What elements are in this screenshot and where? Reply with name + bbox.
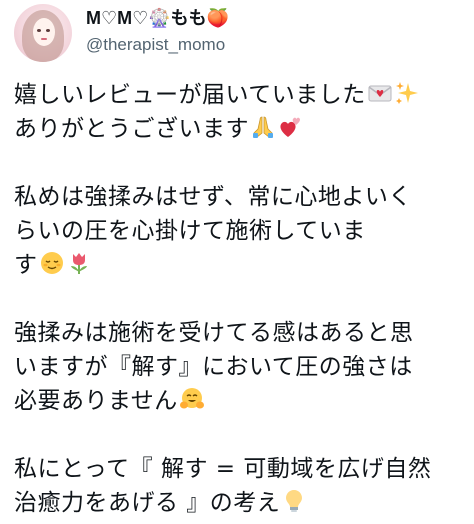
display-name[interactable]: M♡M♡🎡もも🍑 [86,6,229,30]
envelope-heart-icon [367,80,393,106]
tweet-line: 私めは強揉みはせず、常に心地よいく [14,184,412,210]
tweet-text: 嬉しいレビューが届いていました ありがとうございます 私めは強揉みはせず、常に心… [14,78,464,520]
folded-hands-icon [250,114,276,140]
hugging-face-icon [179,386,205,412]
tweet-line: 強揉みは施術を受けてる感はあると思 [14,320,414,346]
tweet-line: いますが『解す』において圧の強さは [14,354,413,380]
two-hearts-icon [277,114,303,140]
relieved-face-icon [39,250,65,276]
tweet-line: 私にとって『 解す = 可動域を広げ自然 [14,456,432,482]
tweet-line: 治癒力をあげる 』の考え [14,486,464,520]
tulip-icon [66,250,92,276]
tweet-line: らいの圧を心掛けて施術していま [14,218,366,244]
tweet-line: 必要ありません [14,384,464,418]
user-handle[interactable]: @therapist_momo [86,34,225,56]
light-bulb-icon [281,488,307,514]
avatar[interactable] [14,4,72,62]
tweet-line: ありがとうございます [14,112,464,146]
tweet-line: す [14,248,464,282]
tweet-line: 嬉しいレビューが届いていました [14,78,464,112]
sparkles-icon [394,80,420,106]
tweet-header: M♡M♡🎡もも🍑 @therapist_momo [0,0,474,68]
